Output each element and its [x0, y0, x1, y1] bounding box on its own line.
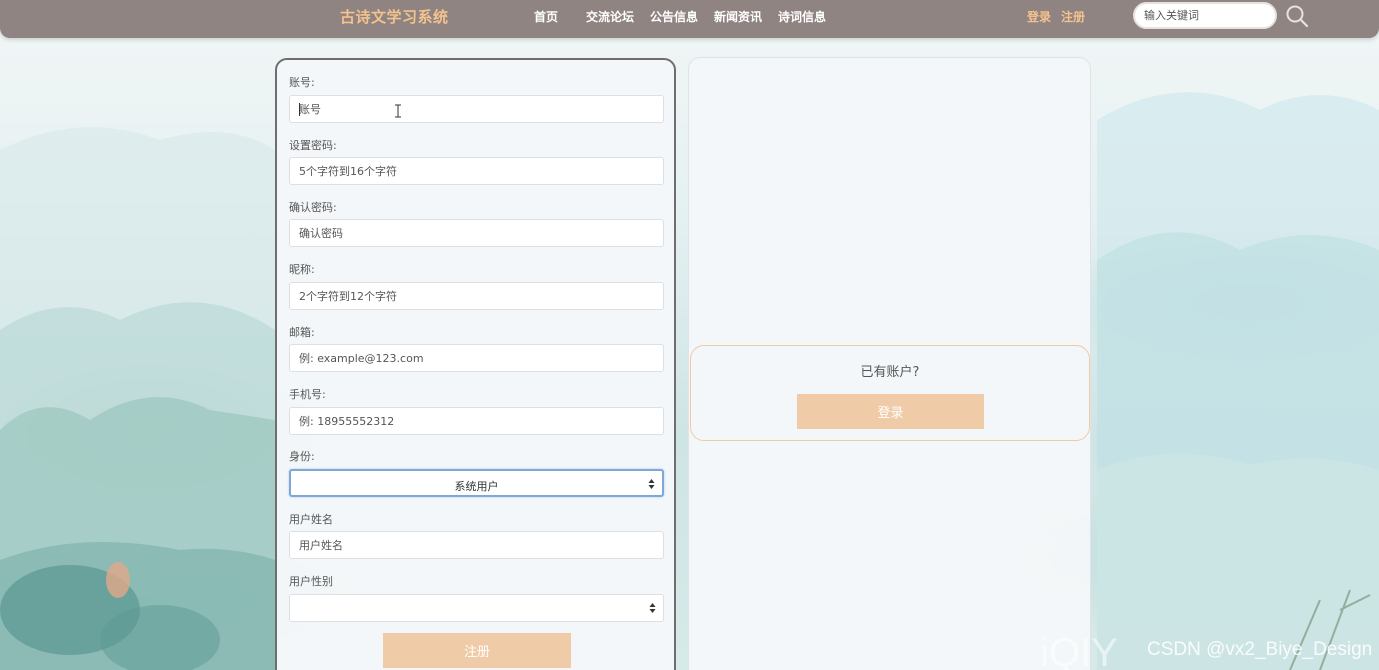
- register-form-card: 账号: 设置密码: 确认密码: 昵称: 邮箱: 手机号: 身份: 系统用户 用户…: [275, 58, 676, 670]
- search-icon[interactable]: [1285, 4, 1309, 28]
- svg-text:iQIY: iQIY: [1040, 631, 1118, 670]
- nav-poems[interactable]: 诗词信息: [778, 8, 826, 25]
- confirm-password-input[interactable]: [289, 219, 664, 247]
- csdn-watermark: CSDN @vx2_Biye_Design: [1147, 639, 1373, 660]
- register-link[interactable]: 注册: [1061, 8, 1085, 25]
- login-link[interactable]: 登录: [1027, 8, 1051, 25]
- nav-forum[interactable]: 交流论坛: [586, 8, 634, 25]
- password-input[interactable]: [289, 157, 664, 185]
- nav-home[interactable]: 首页: [534, 8, 558, 25]
- nav-news[interactable]: 新闻资讯: [714, 8, 762, 25]
- email-label: 邮箱:: [289, 326, 315, 339]
- phone-input[interactable]: [289, 407, 664, 435]
- i-beam-cursor-icon: [395, 104, 401, 118]
- text-caret: [299, 103, 300, 116]
- search-input[interactable]: [1133, 2, 1277, 29]
- select-updown-icon: [648, 479, 655, 489]
- account-input[interactable]: [289, 95, 664, 123]
- select-updown-icon: [649, 603, 656, 613]
- identity-select-value: 系统用户: [454, 480, 499, 493]
- account-label: 账号:: [289, 76, 315, 89]
- email-input[interactable]: [289, 344, 664, 372]
- real-name-input[interactable]: [289, 531, 664, 559]
- existing-account-box: 已有账户? 登录: [690, 345, 1090, 441]
- phone-label: 手机号:: [289, 388, 326, 401]
- password-label: 设置密码:: [289, 139, 337, 152]
- top-navigation-bar: 古诗文学习系统 首页 交流论坛 公告信息 新闻资讯 诗词信息 登录 注册: [0, 0, 1379, 38]
- register-submit-button[interactable]: 注册: [383, 633, 571, 668]
- video-watermark-logo: iQIY: [1040, 631, 1118, 670]
- has-account-prompt: 已有账户?: [860, 365, 920, 380]
- go-login-button[interactable]: 登录: [797, 394, 984, 429]
- nav-announcements[interactable]: 公告信息: [650, 8, 698, 25]
- identity-select[interactable]: 系统用户: [289, 469, 664, 497]
- real-name-label: 用户姓名: [289, 513, 333, 526]
- nickname-label: 昵称:: [289, 263, 315, 276]
- gender-label: 用户性别: [289, 575, 333, 588]
- site-title[interactable]: 古诗文学习系统: [340, 6, 449, 27]
- nickname-input[interactable]: [289, 282, 664, 310]
- identity-label: 身份:: [289, 450, 315, 463]
- confirm-password-label: 确认密码:: [289, 201, 337, 214]
- gender-select[interactable]: [289, 594, 664, 622]
